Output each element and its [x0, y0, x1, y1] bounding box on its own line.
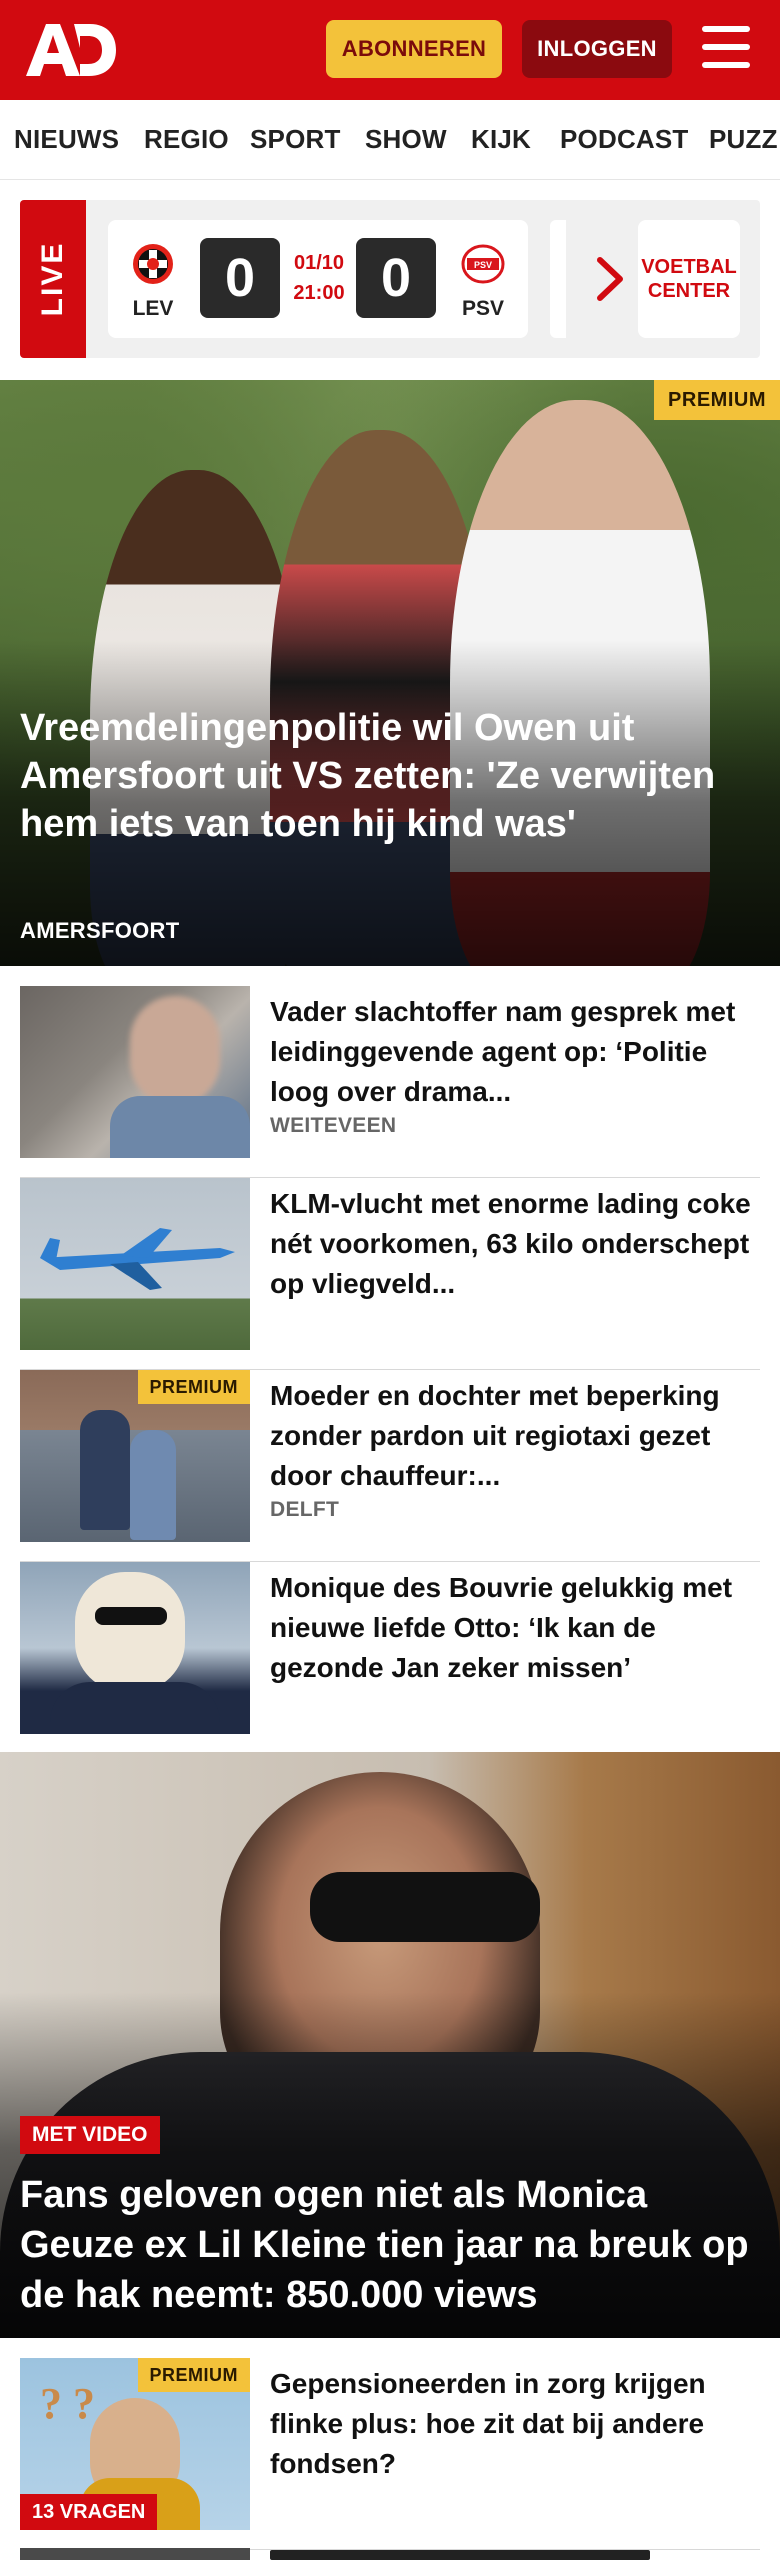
psv-crest-icon: PSV [461, 244, 505, 284]
away-team-abbr: PSV [461, 297, 505, 320]
live-label: LIVE [20, 200, 86, 358]
live-scores-bar: LIVE LEV 0 01/10 21:00 0 PSV PSV VOETBAL… [20, 200, 760, 358]
nav-item-puzzel[interactable]: PUZZ [709, 124, 778, 155]
article-title[interactable]: Monique des Bouvrie gelukkig met nieuwe … [270, 1568, 760, 1688]
article-title[interactable]: Vader slachtoffer nam gesprek met leidin… [270, 992, 760, 1112]
article-thumbnail [20, 986, 250, 1158]
login-button[interactable]: INLOGGEN [522, 20, 672, 78]
ad-logo[interactable] [24, 22, 116, 78]
next-match-card-stub[interactable] [550, 220, 566, 338]
list-item[interactable]: PREMIUM Moeder en dochter met beperking … [20, 1370, 760, 1562]
list-item[interactable]: KLM-vlucht met enorme lading coke nét vo… [20, 1178, 760, 1370]
away-team: PSV PSV [458, 242, 508, 321]
home-team-abbr: LEV [132, 297, 174, 320]
article-thumbnail [20, 1562, 250, 1734]
question-count-tag: 13 VRAGEN [20, 2494, 158, 2530]
article-title[interactable]: Moeder en dochter met beperking zonder p… [270, 1376, 760, 1496]
hero-article[interactable]: PREMIUM Vreemdelingenpolitie wil Owen ui… [0, 380, 780, 966]
list-item[interactable]: Monique des Bouvrie gelukkig met nieuwe … [20, 1562, 760, 1754]
article-location: WEITEVEEN [270, 1114, 397, 1137]
premium-badge: PREMIUM [137, 1370, 250, 1404]
list-item[interactable]: ? ? PREMIUM 13 VRAGEN Gepensioneerden in… [20, 2358, 760, 2550]
article-thumbnail: PREMIUM [20, 1370, 250, 1542]
home-team: LEV [128, 242, 178, 321]
leverkusen-crest-icon [133, 244, 173, 284]
nav-item-sport[interactable]: SPORT [250, 124, 341, 155]
match-card[interactable]: LEV 0 01/10 21:00 0 PSV PSV [108, 220, 528, 338]
premium-badge: PREMIUM [654, 380, 780, 420]
voetbal-center-link[interactable]: VOETBAL CENTER [638, 220, 740, 338]
video-hero-article[interactable]: MET VIDEO Fans geloven ogen niet als Mon… [0, 1752, 780, 2338]
hero-location: AMERSFOORT [20, 918, 180, 943]
video-hero-title[interactable]: Fans geloven ogen niet als Monica Geuze … [20, 2170, 760, 2320]
nav-item-podcast[interactable]: PODCAST [560, 124, 689, 155]
chevron-right-icon[interactable] [590, 254, 630, 304]
article-title[interactable]: Gepensioneerden in zorg krijgen flinke p… [270, 2364, 760, 2484]
match-time: 01/10 21:00 [293, 252, 345, 304]
nav-item-regio[interactable]: REGIO [144, 124, 229, 155]
article-title[interactable]: KLM-vlucht met enorme lading coke nét vo… [270, 1184, 760, 1304]
hamburger-icon[interactable] [702, 26, 750, 72]
article-thumbnail: ? ? PREMIUM 13 VRAGEN [20, 2358, 250, 2530]
subscribe-button[interactable]: ABONNEREN [326, 20, 502, 78]
hero-title[interactable]: Vreemdelingenpolitie wil Owen uit Amersf… [20, 704, 740, 848]
next-article-thumbnail-peek [20, 2548, 250, 2560]
article-thumbnail [20, 1178, 250, 1350]
away-score: 0 [356, 238, 436, 318]
premium-badge: PREMIUM [137, 2358, 250, 2392]
nav-item-nieuws[interactable]: NIEUWS [14, 124, 119, 155]
top-bar: ABONNEREN INLOGGEN [0, 0, 780, 100]
next-article-title-peek [270, 2550, 650, 2560]
home-score: 0 [200, 238, 280, 318]
article-location: DELFT [270, 1498, 340, 1521]
section-nav: NIEUWS REGIO SPORT SHOW KIJK PODCAST PUZ… [0, 100, 780, 180]
video-tag: MET VIDEO [20, 2116, 160, 2154]
svg-text:PSV: PSV [474, 260, 492, 270]
nav-item-kijk[interactable]: KIJK [471, 124, 531, 155]
nav-item-show[interactable]: SHOW [365, 124, 447, 155]
list-item[interactable]: Vader slachtoffer nam gesprek met leidin… [20, 986, 760, 1178]
